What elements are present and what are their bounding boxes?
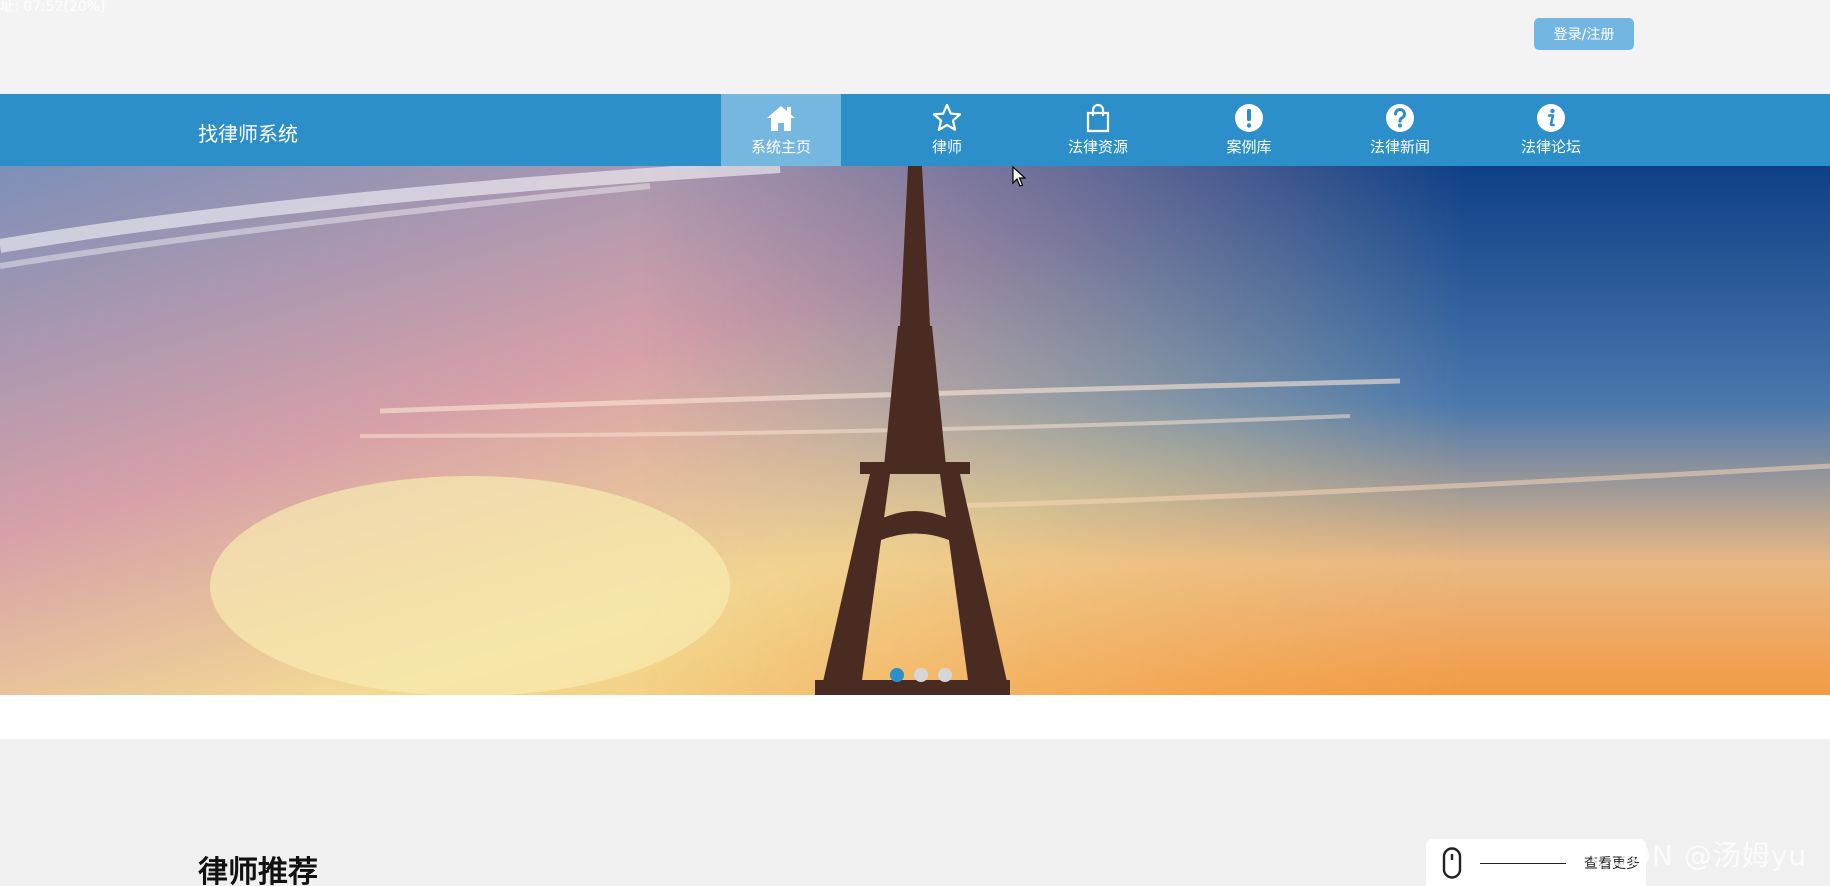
carousel-dot[interactable]	[890, 668, 904, 682]
star-icon	[932, 103, 962, 133]
divider-line	[1480, 862, 1566, 864]
watermark: CSDN @汤姆yu	[1590, 839, 1808, 872]
question-circle-icon	[1385, 103, 1415, 133]
nav-label: 系统主页	[750, 138, 811, 156]
shopping-bag-icon	[1083, 103, 1113, 133]
top-bar: 址: 07:52(20%) 登录/注册	[0, 0, 1830, 94]
overlay-status-text: 址: 07:52(20%)	[0, 0, 106, 15]
home-icon	[766, 103, 796, 133]
nav-label: 案例库	[1226, 138, 1272, 156]
lawyer-recommend-section: 律师推荐 查看更多	[0, 739, 1830, 886]
nav-item-home[interactable]: 系统主页	[721, 94, 841, 166]
exclamation-circle-icon	[1234, 103, 1264, 133]
section-spacer	[0, 695, 1830, 739]
nav-label: 法律新闻	[1369, 138, 1430, 156]
nav-item-legal-forum[interactable]: 法律论坛	[1491, 94, 1611, 166]
nav-label: 法律论坛	[1520, 138, 1581, 156]
site-title[interactable]: 找律师系统	[198, 118, 298, 147]
nav-item-legal-news[interactable]: 法律新闻	[1340, 94, 1460, 166]
carousel-dot[interactable]	[938, 668, 952, 682]
carousel-dot[interactable]	[914, 668, 928, 682]
hero-banner-image	[0, 166, 1830, 695]
nav-label: 律师	[931, 138, 962, 156]
mouse-cursor-icon	[1012, 166, 1026, 187]
info-circle-icon	[1536, 103, 1566, 133]
nav-item-case-library[interactable]: 案例库	[1189, 94, 1309, 166]
mouse-icon	[1442, 847, 1462, 879]
main-navbar: 找律师系统 系统主页 律师 法律资源 案例库 法律新闻 法律论坛	[0, 94, 1830, 166]
page: 址: 07:52(20%) 登录/注册 找律师系统 系统主页 律师 法律资源 案…	[0, 0, 1830, 886]
section-title: 律师推荐	[198, 855, 318, 886]
hero-carousel[interactable]	[0, 166, 1830, 695]
nav-label: 法律资源	[1067, 138, 1128, 156]
login-register-button[interactable]: 登录/注册	[1534, 18, 1634, 50]
nav-item-legal-resources[interactable]: 法律资源	[1038, 94, 1158, 166]
nav-item-lawyer[interactable]: 律师	[887, 94, 1007, 166]
